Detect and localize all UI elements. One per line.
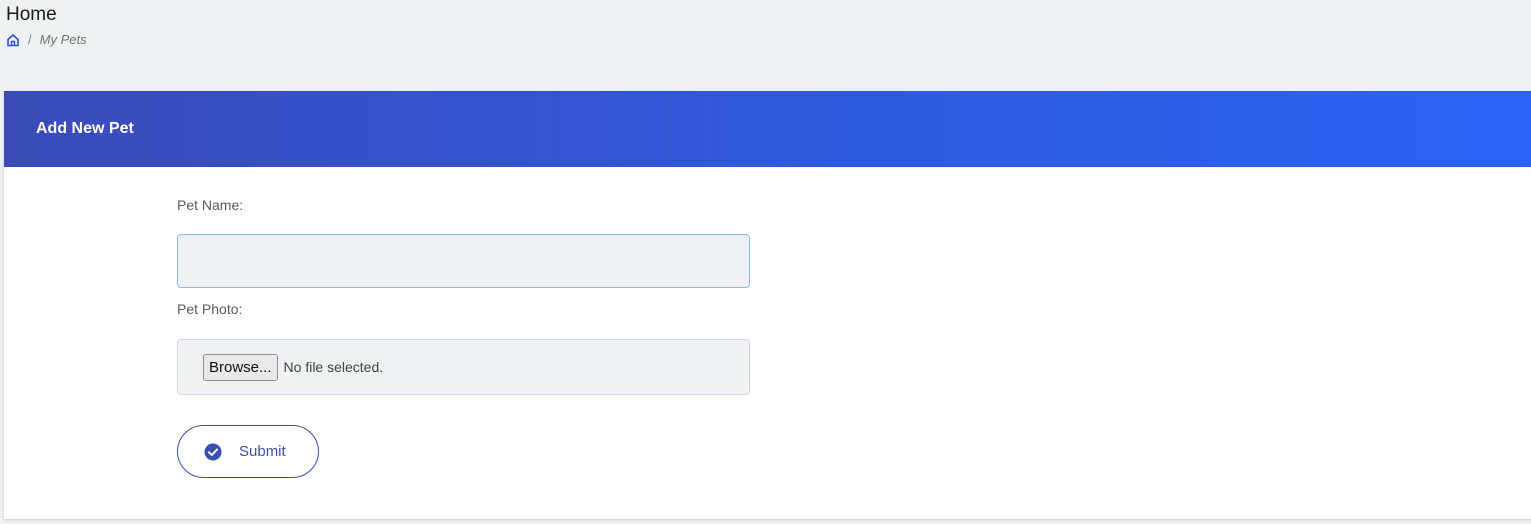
- breadcrumb: / My Pets: [6, 32, 87, 47]
- pet-name-label: Pet Name:: [177, 197, 244, 213]
- breadcrumb-separator: /: [28, 32, 32, 47]
- pet-photo-label: Pet Photo:: [177, 301, 243, 317]
- check-circle-icon: [204, 443, 222, 461]
- page-header: Home / My Pets: [6, 4, 87, 47]
- file-status-text: No file selected.: [283, 359, 384, 375]
- pet-photo-file-input[interactable]: Browse... No file selected.: [177, 339, 750, 395]
- add-pet-card: Add New Pet Pet Name: Pet Photo: Browse.…: [4, 91, 1531, 519]
- card-title: Add New Pet: [36, 120, 134, 137]
- submit-button[interactable]: Submit: [177, 425, 319, 478]
- browse-button[interactable]: Browse...: [203, 353, 278, 381]
- pet-name-input[interactable]: [177, 234, 750, 288]
- card-header: Add New Pet: [4, 91, 1531, 167]
- submit-label: Submit: [239, 443, 286, 460]
- page-title: Home: [6, 4, 57, 25]
- breadcrumb-item-my-pets[interactable]: My Pets: [40, 32, 87, 47]
- home-icon[interactable]: [6, 33, 20, 47]
